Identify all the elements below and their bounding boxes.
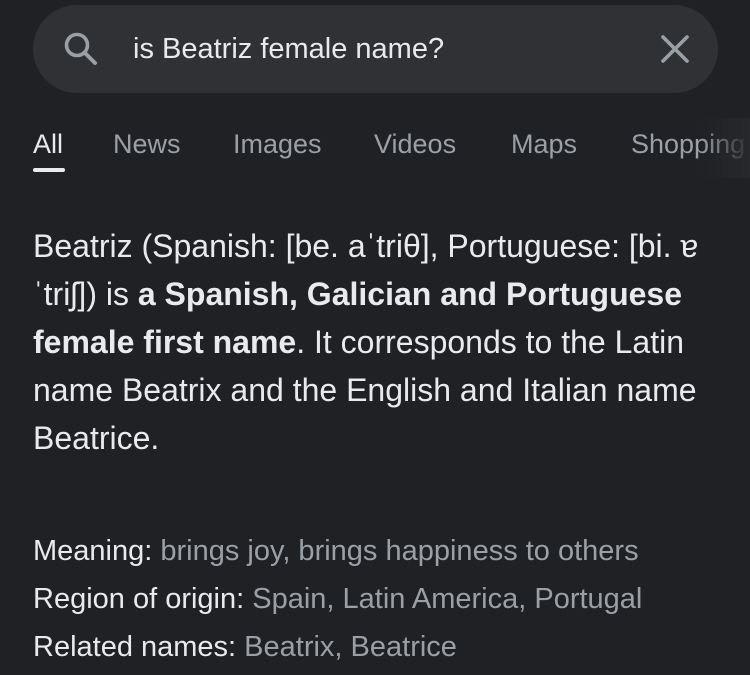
tab-news[interactable]: News: [113, 128, 181, 160]
fact-value[interactable]: Beatrix, Beatrice: [244, 631, 457, 663]
fact-related-names: Related names: Beatrix, Beatrice: [33, 623, 743, 671]
close-icon[interactable]: [657, 31, 693, 67]
search-input[interactable]: [133, 29, 633, 69]
tab-videos[interactable]: Videos: [374, 128, 456, 160]
search-icon[interactable]: [61, 29, 101, 69]
fact-region: Region of origin: Spain, Latin America, …: [33, 575, 743, 623]
tab-images[interactable]: Images: [233, 128, 322, 160]
fact-label: Region of origin:: [33, 583, 253, 615]
fact-label: Related names:: [33, 631, 245, 663]
search-results-page: All News Images Videos Maps Shopping Bea…: [0, 0, 750, 675]
search-tabs: All News Images Videos Maps Shopping: [0, 118, 750, 188]
fact-value[interactable]: brings joy, brings happiness to others: [160, 535, 638, 567]
tab-all[interactable]: All: [33, 128, 63, 160]
tab-maps[interactable]: Maps: [511, 128, 577, 160]
featured-snippet: Beatriz (Spanish: [be. aˈtriθ], Portugue…: [33, 222, 723, 462]
fact-label: Meaning:: [33, 535, 161, 567]
fact-value[interactable]: Spain, Latin America, Portugal: [252, 583, 642, 615]
fact-meaning: Meaning: brings joy, brings happiness to…: [33, 527, 743, 575]
name-facts: Meaning: brings joy, brings happiness to…: [33, 527, 743, 671]
active-tab-indicator: [33, 168, 65, 172]
tabs-scroll-fade: [700, 118, 750, 178]
search-bar[interactable]: [33, 5, 718, 93]
